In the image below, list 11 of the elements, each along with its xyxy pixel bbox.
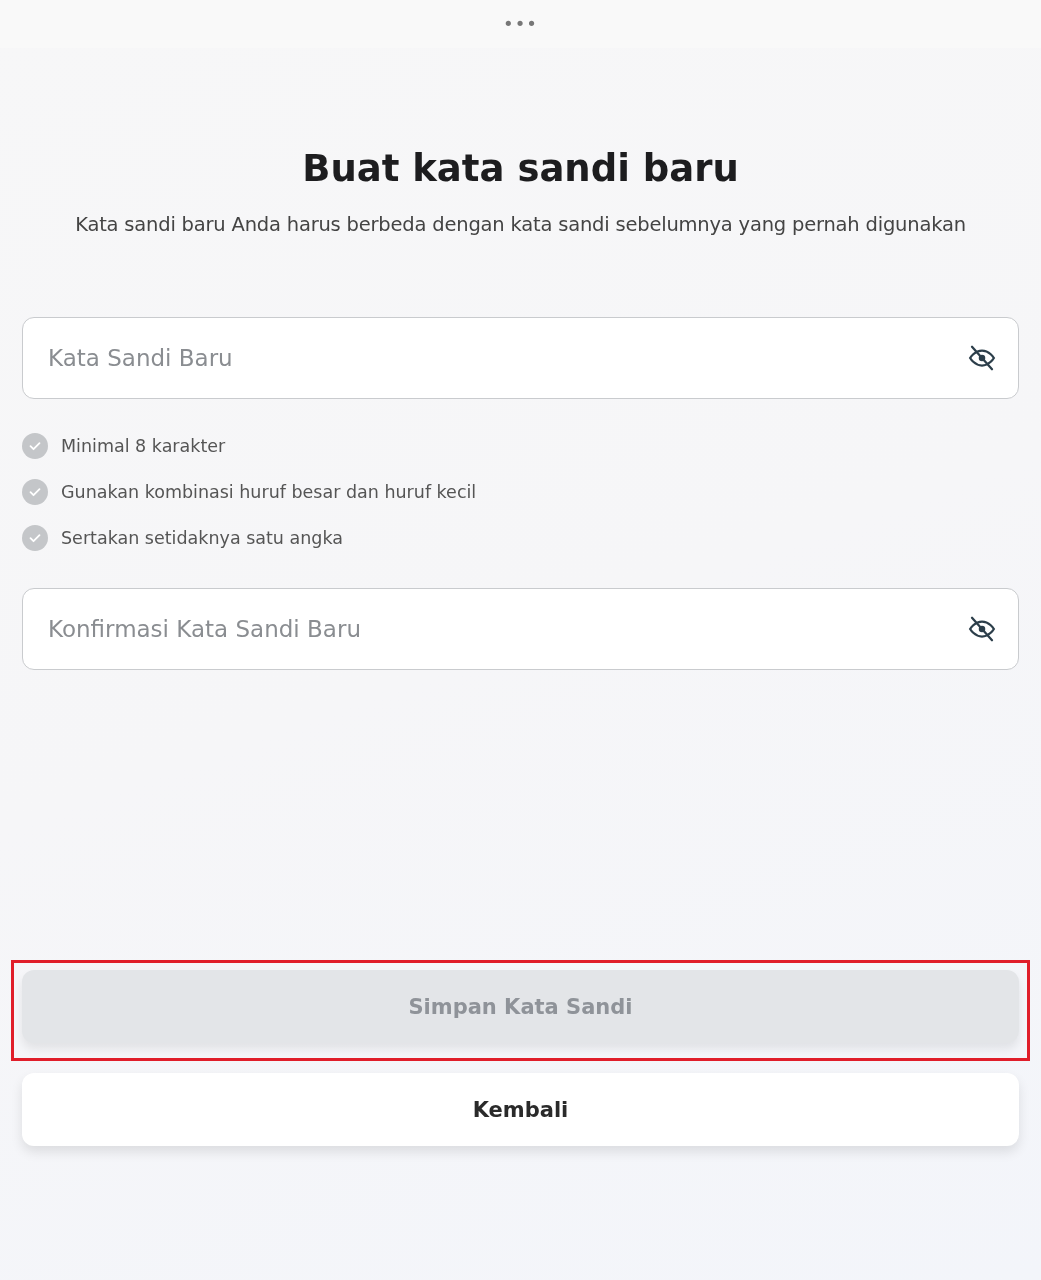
- confirm-password-field[interactable]: Konfirmasi Kata Sandi Baru: [22, 588, 1019, 670]
- eye-off-icon[interactable]: [967, 343, 997, 373]
- page-title: Buat kata sandi baru: [301, 146, 740, 192]
- back-button[interactable]: Kembali: [22, 1073, 1019, 1146]
- page-subtitle: Kata sandi baru Anda harus berbeda dengan kata sandi sebelumnya yang pernah digunakan: [74, 212, 967, 238]
- menu-dots[interactable]: •••: [503, 15, 538, 33]
- eye-off-icon[interactable]: [967, 614, 997, 644]
- requirement-text: Gunakan kombinasi huruf besar dan huruf kecil: [61, 482, 477, 502]
- new-password-field[interactable]: Kata Sandi Baru: [22, 317, 1019, 399]
- requirement-text: Sertakan setidaknya satu angka: [61, 528, 343, 548]
- requirement-text: Minimal 8 karakter: [61, 436, 226, 456]
